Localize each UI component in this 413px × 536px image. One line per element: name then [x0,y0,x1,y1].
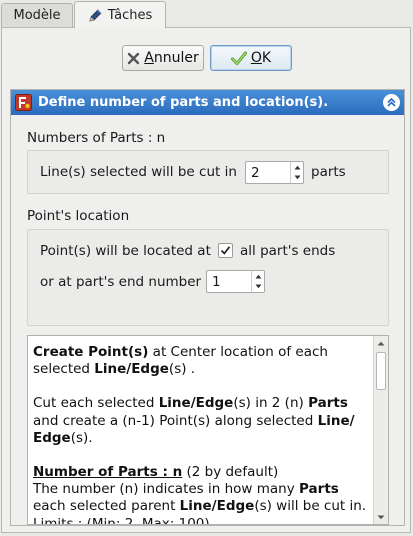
scroll-down-icon[interactable] [374,510,388,524]
end-number-value: 1 [212,273,221,290]
x-icon [127,52,140,65]
double-chevron-up-icon[interactable] [383,94,400,111]
task-panel: Define number of parts and location(s). … [10,89,405,526]
parts-group-box: Line(s) selected will be cut in 2 parts [27,150,389,194]
ok-button[interactable]: OK [210,45,292,71]
help-paragraph-number-of-parts: Number of Parts : n (2 by default) The n… [33,464,368,525]
tab-bar: Modèle Tâches [0,0,413,28]
end-number-spinbox[interactable]: 1 [206,270,265,293]
spin-down-icon[interactable] [252,282,264,293]
ends-text: Point(s) will be located at [40,243,211,259]
help-bold-text: Parts [299,481,339,498]
cut-text-before: Line(s) selected will be cut in [40,164,237,180]
ok-mnemonic: O [250,50,262,66]
help-heading: Number of Parts : n [33,464,183,481]
help-bold-text: Create Point(s) [33,344,149,360]
cancel-label: nnuler [153,50,199,66]
help-bold-text: Line/Edge [158,395,234,412]
checkmark-small-icon [220,246,231,255]
help-bold-text: Line/Edge [94,361,169,378]
help-text: (s) . [168,361,196,378]
help-text: each selected parent [33,498,180,515]
help-paragraph-cut: Cut each selected Line/Edge(s) in 2 (n) … [33,395,368,447]
help-text: (s) will be cut in. [254,498,367,515]
panel-title: Define number of parts and location(s). [38,95,329,110]
cancel-mnemonic: A [144,50,154,66]
help-text: (s). [70,429,93,446]
cancel-button[interactable]: Annuler [122,45,204,71]
spin-up-icon[interactable] [291,162,303,173]
spin-down-icon[interactable] [291,173,303,184]
help-text-box[interactable]: Create Point(s) at Center location of ea… [27,335,389,525]
ok-label: K [261,50,272,66]
help-text: (2 by default) [182,464,279,481]
help-text: (s) in 2 (n) [233,395,309,412]
help-text: and create a (n-1) Point(s) along select… [33,412,318,429]
parts-count-spinbox[interactable]: 2 [245,161,304,184]
parts-section-label: Numbers of Parts : n [27,130,166,146]
tab-tasks[interactable]: Tâches [74,1,166,28]
cut-text-after: parts [311,164,346,180]
all-ends-checkbox[interactable] [218,243,233,258]
help-text-content: Create Point(s) at Center location of ea… [28,336,374,525]
help-scrollbar[interactable] [373,336,388,524]
location-group-box: Point(s) will be located at all part's e… [27,229,389,326]
scrollbar-thumb[interactable] [376,352,386,390]
scroll-up-icon[interactable] [374,336,388,350]
help-bold-text: Line/Edge [179,498,255,515]
help-text: Cut each selected [33,395,159,412]
panel-header[interactable]: Define number of parts and location(s). [11,90,404,115]
checkmark-icon [230,51,247,66]
tab-model-label: Modèle [13,8,61,23]
fea-app-icon [15,94,32,111]
spin-up-icon[interactable] [252,271,264,282]
help-bold-text: Parts [308,395,348,412]
parts-count-value: 2 [251,164,260,181]
pencil-ruler-icon [88,8,103,23]
help-text: The number (n) indicates in how many [33,481,300,498]
tab-model[interactable]: Modèle [1,3,73,27]
help-text: Limits : (Min: 2, Max: 100). [33,515,214,525]
task-view: Annuler OK Define number of parts and lo… [1,27,411,533]
end-number-text: or at part's end number [40,274,202,290]
all-ends-label[interactable]: all part's ends [240,243,335,259]
help-paragraph-create: Create Point(s) at Center location of ea… [33,344,368,378]
tab-tasks-label: Tâches [107,7,153,23]
location-section-label: Point's location [27,208,130,224]
